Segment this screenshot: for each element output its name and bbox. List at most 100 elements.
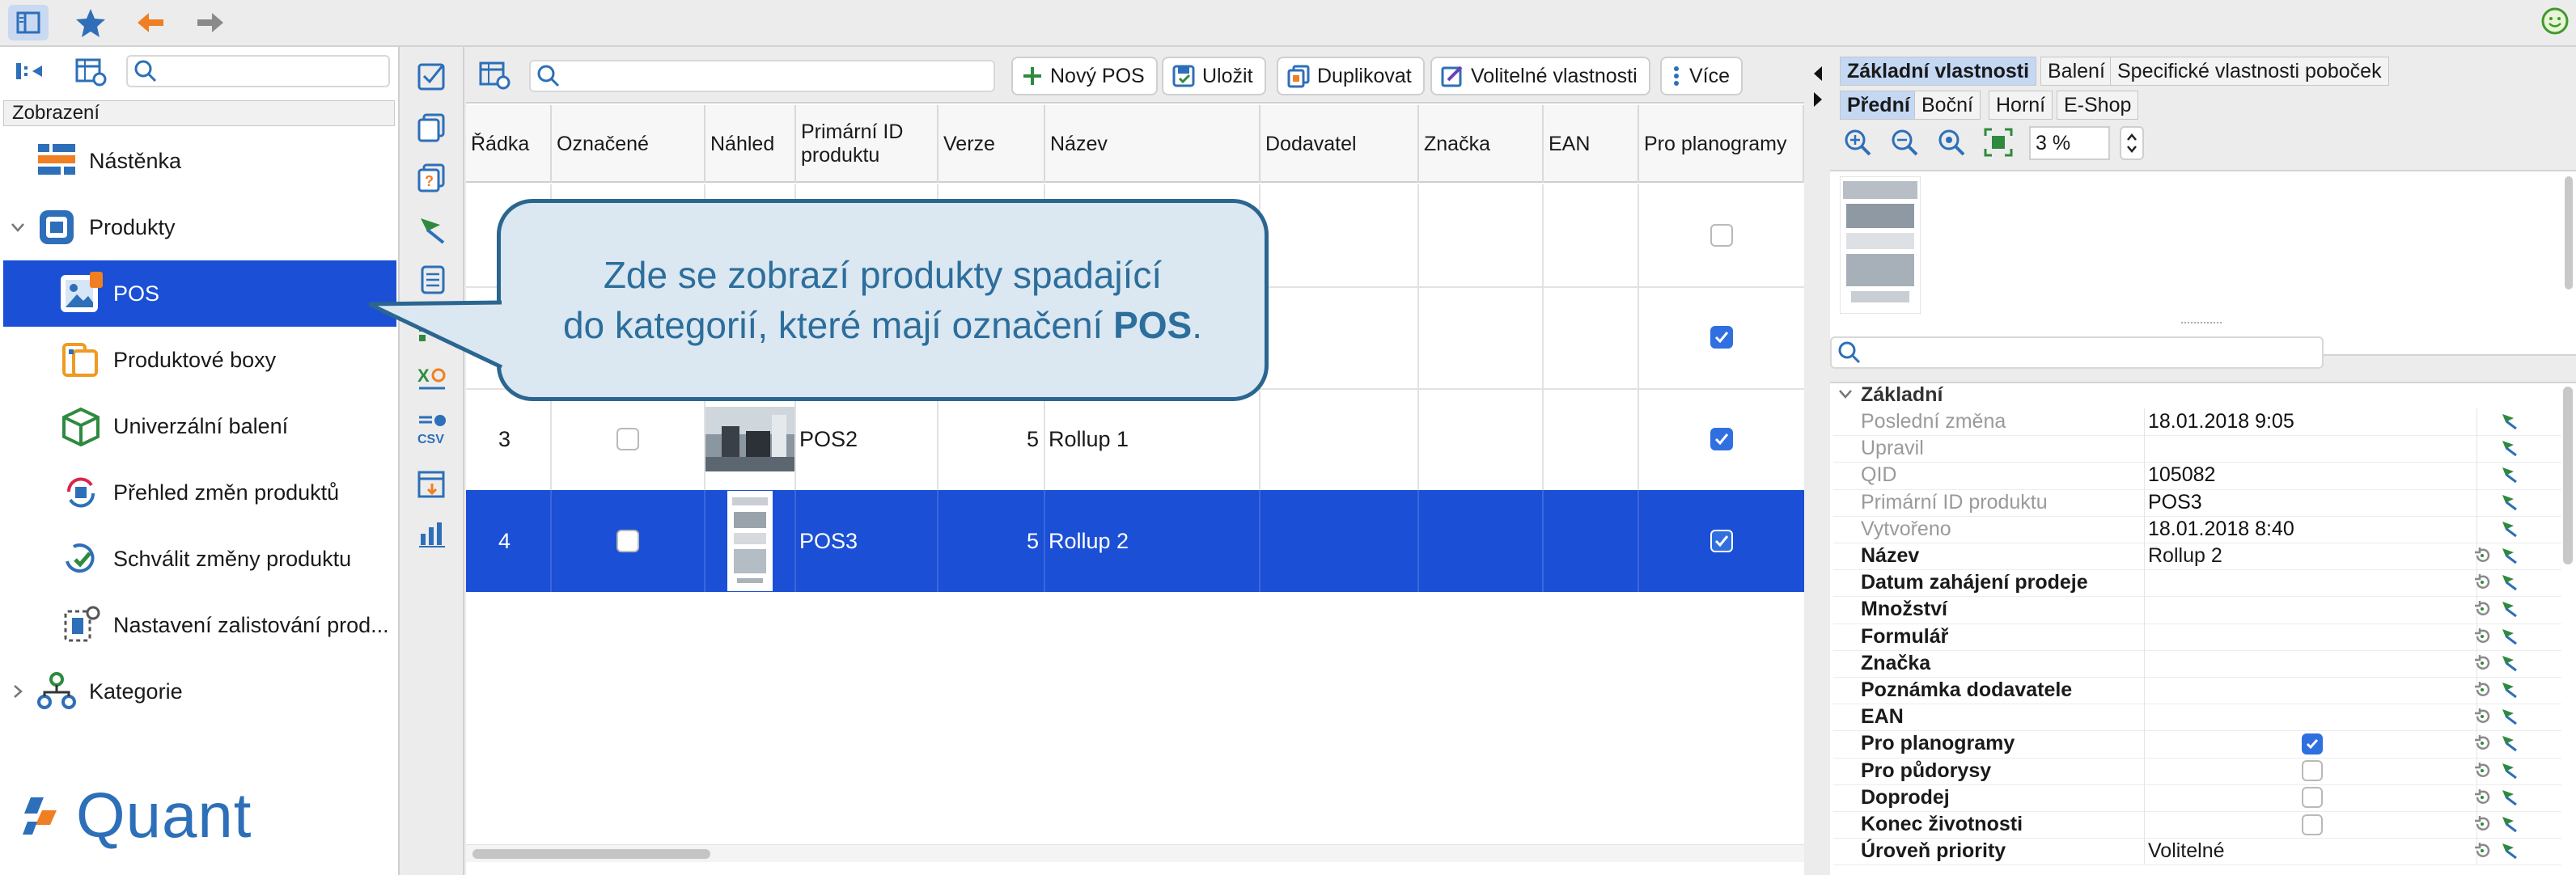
nav-item-listing-settings[interactable]: Nastavení zalistování prod... (3, 592, 396, 658)
star-icon[interactable] (73, 5, 108, 40)
flag-edit-icon[interactable] (2500, 573, 2519, 592)
flag-edit-icon[interactable] (2500, 412, 2519, 431)
column-header-preview[interactable]: Náhled (705, 105, 796, 183)
flag-edit-icon[interactable] (2500, 492, 2519, 512)
flag-edit-icon[interactable] (2500, 627, 2519, 646)
planogram-checkbox[interactable] (1710, 530, 1733, 552)
reset-value-icon[interactable] (2472, 680, 2492, 700)
copy-icon[interactable] (416, 112, 448, 144)
nav-item-product-changes-overview[interactable]: Přehled změn produktů (3, 459, 396, 526)
property-row[interactable]: Pro půdorysy (1833, 757, 2561, 785)
property-checkbox[interactable] (2302, 814, 2323, 835)
column-header-brand[interactable]: Značka (1419, 105, 1544, 183)
reset-value-icon[interactable] (2472, 546, 2492, 565)
flag-edit-icon[interactable] (2500, 814, 2519, 834)
horizontal-scrollbar[interactable] (466, 844, 1804, 862)
nav-item-pos[interactable]: POS (3, 260, 396, 327)
flag-edit-icon[interactable] (2500, 733, 2519, 753)
table-row[interactable]: 3 POS2 5 Rollup 1 (466, 388, 1804, 492)
tab-side[interactable]: Boční (1914, 91, 1981, 120)
nav-item-product-boxes[interactable]: Produktové boxy (3, 327, 396, 393)
reset-value-icon[interactable] (2472, 627, 2492, 646)
chevron-right-icon[interactable] (8, 682, 32, 701)
property-group-basic[interactable]: Základní (1833, 382, 2561, 408)
property-checkbox[interactable] (2302, 760, 2323, 782)
nav-item-categories[interactable]: Kategorie (3, 658, 396, 725)
zoom-in-icon[interactable] (1841, 126, 1874, 159)
property-row[interactable]: Název Rollup 2 (1833, 543, 2561, 571)
property-row[interactable]: Vytvořeno 18.01.2018 8:40 (1833, 515, 2561, 543)
nav-item-universal-packaging[interactable]: Univerzální balení (3, 393, 396, 459)
reset-value-icon[interactable] (2472, 599, 2492, 619)
reset-value-icon[interactable] (2472, 733, 2492, 753)
bar-chart-icon[interactable] (416, 518, 448, 550)
table-settings-icon[interactable] (73, 55, 108, 87)
property-checkbox[interactable] (2302, 733, 2323, 755)
zoom-value-field[interactable]: 3 % (2029, 126, 2110, 160)
property-row[interactable]: Poslední změna 18.01.2018 9:05 (1833, 408, 2561, 437)
column-header-marked[interactable]: Označené (552, 105, 705, 183)
column-header-version[interactable]: Verze (938, 105, 1045, 183)
flag-edit-icon[interactable] (2500, 653, 2519, 673)
save-button[interactable]: Uložit (1162, 57, 1266, 95)
zoom-stepper[interactable] (2120, 126, 2144, 160)
sidebar-search-input[interactable] (126, 55, 390, 87)
property-row[interactable]: EAN (1833, 704, 2561, 732)
back-arrow-icon[interactable] (133, 5, 168, 40)
column-header-name[interactable]: Název (1045, 105, 1260, 183)
sidebar-toggle-icon[interactable] (8, 5, 49, 40)
flag-edit-icon[interactable] (2500, 465, 2519, 484)
zoom-out-icon[interactable] (1888, 126, 1921, 159)
splitter-handle[interactable] (2181, 322, 2222, 327)
tab-packaging[interactable]: Balení (2040, 57, 2112, 86)
column-header-primary-id[interactable]: Primární ID produktu (796, 105, 938, 183)
property-row[interactable]: Datum zahájení prodeje (1833, 569, 2561, 598)
duplicate-button[interactable]: Duplikovat (1277, 57, 1425, 95)
tab-top[interactable]: Horní (1989, 91, 2053, 120)
chevron-down-icon[interactable] (8, 218, 32, 237)
column-header-for-planograms[interactable]: Pro planogramy (1639, 105, 1804, 183)
property-row[interactable]: Primární ID produktu POS3 (1833, 488, 2561, 517)
csv-export-icon[interactable]: CSV (416, 412, 448, 448)
property-row[interactable]: Pro planogramy (1833, 730, 2561, 759)
property-row[interactable]: Množství (1833, 596, 2561, 624)
property-row[interactable]: Formulář (1833, 623, 2561, 651)
smiley-status-icon[interactable] (2540, 6, 2570, 36)
column-header-ean[interactable]: EAN (1544, 105, 1639, 183)
reset-value-icon[interactable] (2472, 573, 2492, 592)
grid-search-input[interactable] (529, 60, 995, 92)
tab-eshop[interactable]: E-Shop (2057, 91, 2139, 120)
scrollbar-thumb[interactable] (472, 849, 710, 859)
property-row[interactable]: Úroveň priority Volitelné (1833, 838, 2561, 866)
planogram-checkbox[interactable] (1710, 224, 1733, 247)
property-row[interactable]: Doprodej (1833, 784, 2561, 812)
fit-icon[interactable] (1982, 126, 2015, 159)
tab-basic-properties[interactable]: Základní vlastnosti (1840, 57, 2037, 86)
flag-edit-icon[interactable] (2500, 788, 2519, 807)
reset-value-icon[interactable] (2472, 788, 2492, 807)
reset-value-icon[interactable] (2472, 841, 2492, 860)
flag-edit-icon[interactable] (416, 213, 448, 246)
flag-edit-icon[interactable] (2500, 546, 2519, 565)
reset-value-icon[interactable] (2472, 761, 2492, 780)
marked-checkbox[interactable] (616, 530, 639, 552)
reset-value-icon[interactable] (2472, 814, 2492, 834)
reset-value-icon[interactable] (2472, 707, 2492, 726)
nav-item-dashboard[interactable]: Nástěnka (3, 128, 396, 194)
flag-edit-icon[interactable] (2500, 841, 2519, 860)
collapse-tree-icon[interactable] (11, 55, 47, 87)
new-pos-button[interactable]: Nový POS (1011, 57, 1158, 95)
collapse-left-icon[interactable] (1811, 65, 1825, 82)
property-row[interactable]: Poznámka dodavatele (1833, 677, 2561, 705)
table-import-icon[interactable] (416, 467, 448, 500)
preview-scrollbar[interactable] (2565, 176, 2573, 290)
forward-arrow-icon[interactable] (193, 5, 228, 40)
flag-edit-icon[interactable] (2500, 707, 2519, 726)
table-row-selected[interactable]: 4 POS3 5 Rollup 2 (466, 490, 1804, 592)
more-button[interactable]: Více (1660, 57, 1743, 95)
expand-right-icon[interactable] (1811, 91, 1825, 108)
property-row[interactable]: Konec životnosti (1833, 811, 2561, 839)
document-list-icon[interactable] (416, 264, 448, 296)
property-row[interactable]: Upravil (1833, 435, 2561, 463)
property-checkbox[interactable] (2302, 787, 2323, 809)
